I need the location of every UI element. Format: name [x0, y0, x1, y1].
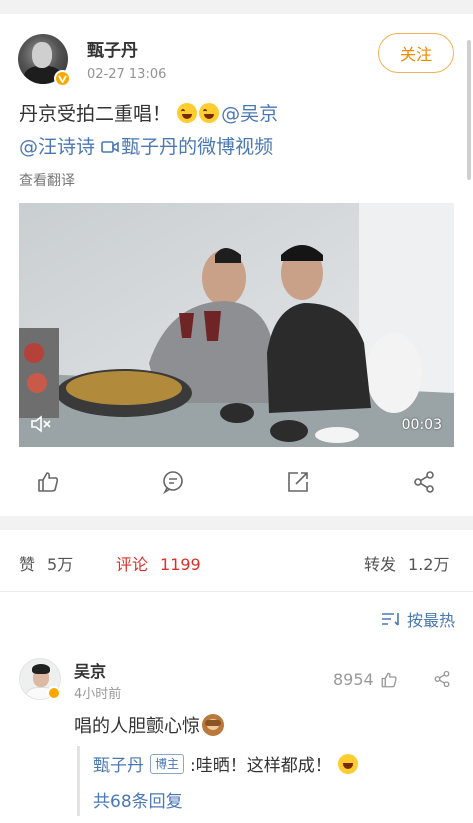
post-text: 丹京受拍二重唱！ @吴京 @汪诗诗 甄子丹的微博视频 — [19, 98, 459, 164]
reply-text: :哇晒！这样都成！ — [190, 756, 332, 776]
video-camera-icon — [101, 141, 119, 153]
laugh-cry-emoji-icon — [199, 103, 220, 123]
author-tag-badge: 博主 — [150, 753, 185, 774]
reply-author[interactable]: 甄子丹 — [93, 751, 144, 776]
reply-preview[interactable]: 甄子丹 博主 :哇晒！这样都成！ 共68条回复 — [77, 746, 455, 816]
comment-text: 唱的人胆颤心惊 — [74, 712, 224, 738]
verified-badge-icon — [54, 70, 71, 87]
post-header: 甄子丹 02-27 13:06 关注 — [0, 14, 473, 94]
post-time: 02-27 13:06 — [87, 67, 167, 82]
reply-line: 甄子丹 博主 :哇晒！这样都成！ — [93, 751, 358, 776]
follow-button[interactable]: 关注 — [378, 33, 454, 73]
mute-icon[interactable] — [31, 415, 53, 433]
post-text-main: 丹京受拍二重唱！ — [19, 103, 172, 125]
mention-link[interactable]: @汪诗诗 — [19, 136, 95, 158]
reposts-count: 1.2万 — [408, 555, 450, 574]
share-icon[interactable] — [433, 670, 451, 688]
video-duration: 00:03 — [401, 417, 442, 433]
top-separator — [0, 0, 473, 14]
comment-like-count: 8954 — [333, 670, 374, 689]
view-all-replies-link[interactable]: 共68条回复 — [93, 787, 183, 812]
likes-count: 5万 — [47, 555, 74, 574]
tab-reposts[interactable]: 转发 1.2万 — [364, 551, 449, 575]
commenter-name[interactable]: 吴京 — [74, 658, 106, 682]
comment-time: 4小时前 — [74, 687, 122, 702]
tab-likes[interactable]: 赞 5万 — [19, 551, 73, 575]
mention-link[interactable]: @吴京 — [221, 103, 278, 125]
section-separator — [0, 516, 473, 530]
laugh-cry-emoji-icon — [177, 103, 198, 123]
verified-badge-icon — [47, 686, 61, 700]
repost-icon — [288, 472, 308, 492]
see-no-evil-monkey-emoji-icon — [202, 714, 224, 736]
sort-button[interactable]: 按最热 — [381, 607, 455, 631]
video-link-text: 甄子丹的微博视频 — [121, 136, 274, 158]
comment-icon — [163, 471, 183, 494]
reposts-label: 转发 — [364, 555, 397, 574]
video-link[interactable]: 甄子丹的微博视频 — [101, 136, 273, 158]
video-frame — [19, 203, 454, 447]
likes-label: 赞 — [19, 555, 36, 574]
comment-text-content: 唱的人胆颤心惊 — [74, 716, 200, 737]
share-icon — [414, 471, 434, 493]
repost-button[interactable] — [284, 468, 312, 496]
sort-label: 按最热 — [406, 611, 455, 630]
share-button[interactable] — [410, 468, 438, 496]
laughing-emoji-icon — [337, 753, 358, 774]
action-bar — [0, 456, 473, 508]
translate-link[interactable]: 查看翻译 — [19, 170, 75, 190]
comments-label: 评论 — [116, 555, 149, 574]
tab-comments[interactable]: 评论 1199 — [116, 551, 201, 575]
comment-item: 吴京 4小时前 8954 唱的人胆颤心惊 甄子丹 博主 :哇晒！这样都成！ 共6… — [0, 646, 473, 823]
like-icon — [38, 472, 59, 492]
video-player[interactable]: 00:03 — [19, 203, 454, 447]
like-icon — [381, 672, 397, 687]
comment-like-button[interactable]: 8954 — [333, 670, 398, 689]
comments-count: 1199 — [160, 555, 201, 574]
sort-icon — [381, 613, 399, 626]
comment-button[interactable] — [159, 468, 187, 496]
author-name[interactable]: 甄子丹 — [87, 36, 138, 61]
like-button[interactable] — [34, 468, 62, 496]
stats-tabs: 赞 5万 评论 1199 转发 1.2万 — [0, 530, 473, 592]
